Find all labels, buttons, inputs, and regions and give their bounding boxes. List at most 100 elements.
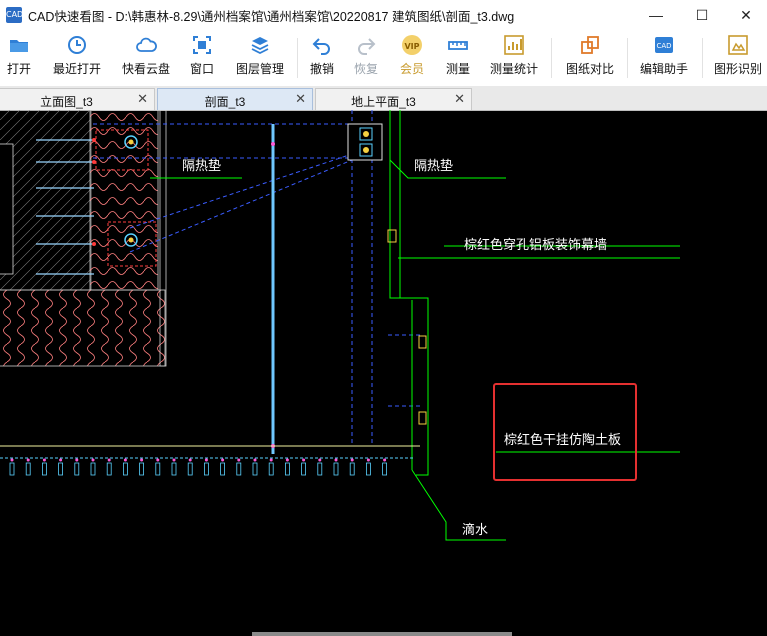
- footing-mark: [268, 462, 274, 476]
- cloud-icon: [136, 37, 157, 52]
- wall-section: [0, 110, 167, 367]
- label-insulation-right: 隔热垫: [414, 158, 453, 174]
- footing-mark: [236, 462, 242, 476]
- footing-mark: [203, 462, 209, 476]
- toolbar-separator: [702, 38, 703, 78]
- footing-mark: [9, 462, 15, 476]
- label-drip: 滴水: [462, 522, 488, 538]
- label-insulation-left: 隔热垫: [182, 158, 221, 174]
- close-button[interactable]: ✕: [724, 0, 767, 30]
- footing-pin: [59, 458, 63, 462]
- footing-pin: [253, 458, 257, 462]
- footing-mark: [155, 462, 161, 476]
- tab-close-icon[interactable]: ✕: [454, 91, 465, 107]
- measure-stats-button[interactable]: 测量统计: [488, 34, 540, 82]
- document-tab-strip: 立面图_t3 ✕ 剖面_t3 ✕ 地上平面_t3 ✕: [0, 86, 767, 111]
- footing-mark: [106, 462, 112, 476]
- footing-pin: [156, 458, 160, 462]
- tab-ground-plan[interactable]: 地上平面_t3 ✕: [315, 88, 472, 110]
- tab-elevation[interactable]: 立面图_t3 ✕: [0, 88, 155, 110]
- redo-button[interactable]: 恢复: [352, 34, 380, 82]
- footing-pin: [366, 458, 370, 462]
- footing-pin: [237, 458, 241, 462]
- toolbar-separator: [297, 38, 298, 78]
- drawing-canvas[interactable]: 隔热垫 隔热垫 棕红色穿孔铝板装饰幕墙 棕红色干挂仿陶土板 滴水: [0, 110, 767, 636]
- layers-button[interactable]: 图层管理: [232, 34, 288, 82]
- vip-crown-icon: VIP: [402, 35, 422, 55]
- toolbar: 打开 最近打开 快看云盘 窗口 图层管理 撤销 恢复 VIP 会员 测量 测量统…: [0, 30, 767, 87]
- measure-label: 测量: [445, 62, 470, 76]
- measure-button[interactable]: 测量: [444, 34, 472, 82]
- app-logo-icon: CAD: [6, 7, 23, 23]
- footing-mark: [365, 462, 371, 476]
- footing-pin: [334, 458, 338, 462]
- footing-mark: [139, 462, 145, 476]
- recent-label: 最近打开: [52, 62, 101, 76]
- horizontal-scrollbar[interactable]: [252, 632, 512, 636]
- label-ceramic-board: 棕红色干挂仿陶土板: [504, 432, 621, 448]
- cloud-button[interactable]: 快看云盘: [118, 34, 174, 82]
- footing-mark: [301, 462, 307, 476]
- tab-label: 立面图_t3: [40, 95, 93, 109]
- footing-mark: [123, 462, 128, 476]
- tab-label: 剖面_t3: [204, 95, 246, 109]
- redo-label: 恢复: [353, 62, 378, 76]
- title-bar: CAD CAD快速看图 - D:\韩惠林-8.29\通州档案馆\通州档案馆\20…: [0, 0, 767, 30]
- maximize-button[interactable]: ☐: [680, 0, 724, 30]
- edit-assistant-button[interactable]: CAD 编辑助手: [638, 34, 690, 82]
- member-button[interactable]: VIP 会员: [398, 34, 426, 82]
- recent-button[interactable]: 最近打开: [50, 34, 104, 82]
- tab-close-icon[interactable]: ✕: [295, 91, 306, 107]
- footing-marks: [9, 458, 388, 476]
- vip-badge-text: VIP: [404, 42, 419, 51]
- footing-mark: [284, 462, 290, 476]
- footing-pin: [107, 458, 111, 462]
- highlight-box: [493, 383, 637, 481]
- undo-button[interactable]: 撤销: [308, 34, 336, 82]
- window-button[interactable]: 窗口: [186, 34, 218, 82]
- member-label: 会员: [399, 62, 424, 76]
- bracket-markers: [387, 229, 427, 425]
- footing-pin: [350, 458, 354, 462]
- footing-pin: [318, 458, 322, 462]
- minimize-button[interactable]: —: [634, 0, 678, 30]
- footing-pin: [26, 458, 30, 462]
- ruler-icon: [448, 41, 468, 50]
- tab-close-icon[interactable]: ✕: [137, 91, 148, 107]
- footing-mark: [74, 462, 80, 476]
- shape-recognition-button[interactable]: 图形识别: [712, 34, 764, 82]
- ground-line: [0, 445, 420, 459]
- vertical-column: [271, 124, 275, 454]
- window-icon: [193, 36, 211, 54]
- layers-icon: [251, 37, 269, 55]
- tab-section[interactable]: 剖面_t3 ✕: [157, 88, 313, 110]
- undo-label: 撤销: [309, 62, 334, 76]
- footing-pin: [221, 458, 225, 462]
- footing-mark: [25, 462, 31, 476]
- footing-mark: [187, 462, 193, 476]
- open-label: 打开: [6, 62, 31, 76]
- footing-pin: [75, 458, 79, 462]
- undo-icon: [312, 38, 330, 55]
- compare-label: 图纸对比: [565, 62, 614, 76]
- footing-pin: [10, 458, 14, 462]
- shape-recognition-label: 图形识别: [713, 62, 762, 76]
- footing-pin: [172, 458, 176, 462]
- label-curtain-wall: 棕红色穿孔铝板装饰幕墙: [464, 237, 607, 253]
- redo-icon: [358, 38, 376, 55]
- compare-icon: [581, 36, 599, 54]
- window-label: 窗口: [189, 62, 214, 76]
- compare-button[interactable]: 图纸对比: [564, 34, 616, 82]
- footing-mark: [252, 462, 258, 476]
- footing-mark: [333, 462, 339, 476]
- footing-pin: [285, 458, 289, 462]
- footing-pin: [42, 458, 46, 462]
- folder-icon: [10, 40, 28, 52]
- window-title: CAD快速看图 - D:\韩惠林-8.29\通州档案馆\通州档案馆\202208…: [28, 9, 515, 24]
- cloud-label: 快看云盘: [121, 62, 170, 76]
- svg-text:CAD: CAD: [656, 42, 671, 50]
- open-button[interactable]: 打开: [2, 34, 36, 82]
- edit-cad-icon: CAD: [655, 37, 673, 53]
- footing-mark: [220, 462, 226, 476]
- footing-pin: [188, 458, 192, 462]
